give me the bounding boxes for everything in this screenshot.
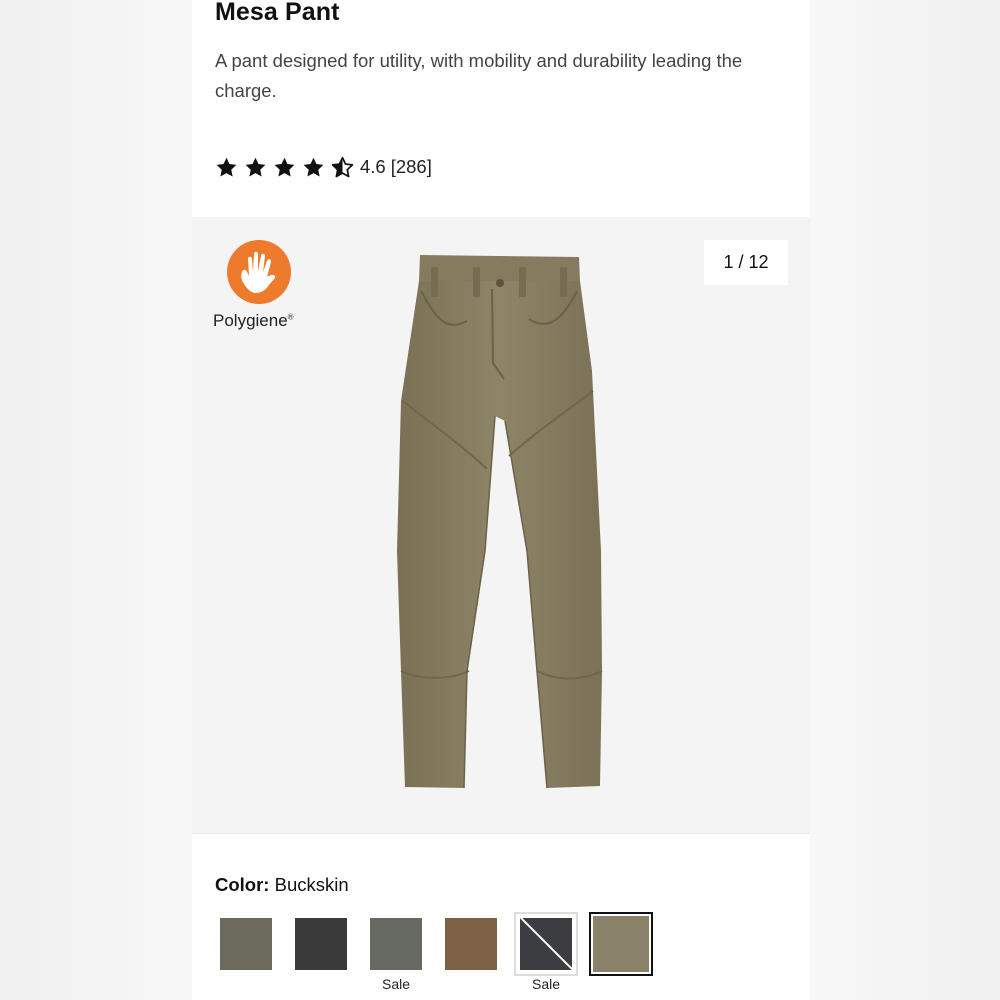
color-swatch[interactable] bbox=[214, 912, 278, 976]
star-full-icon bbox=[244, 156, 267, 179]
rating-summary[interactable]: 4.6 [286] bbox=[215, 154, 437, 180]
star-full-icon bbox=[273, 156, 296, 179]
image-counter: 1 / 12 bbox=[704, 240, 788, 285]
star-half-icon bbox=[331, 156, 354, 179]
color-swatches: Sale Sale bbox=[214, 912, 794, 992]
product-title: Mesa Pant bbox=[215, 0, 340, 26]
swatch-fill bbox=[295, 918, 347, 970]
swatch-fill bbox=[520, 918, 572, 970]
color-swatch[interactable] bbox=[289, 912, 353, 976]
swatch-fill bbox=[445, 918, 497, 970]
star-full-icon bbox=[215, 156, 238, 179]
product-image-pants[interactable] bbox=[387, 251, 617, 796]
review-count[interactable]: [286] bbox=[391, 156, 432, 177]
swatch-fill bbox=[593, 916, 649, 972]
color-swatch[interactable] bbox=[364, 912, 428, 976]
product-panel: Mesa Pant A pant designed for utility, w… bbox=[192, 0, 810, 1000]
swatch-fill bbox=[370, 918, 422, 970]
swatch-fill bbox=[220, 918, 272, 970]
star-full-icon bbox=[302, 156, 325, 179]
background-right bbox=[810, 0, 1000, 1000]
polygiene-hand-logo-icon bbox=[226, 239, 292, 305]
color-swatch[interactable] bbox=[439, 912, 503, 976]
unavailable-slash-icon bbox=[520, 918, 572, 970]
product-image-gallery[interactable]: Polygiene® 1 / 12 bbox=[192, 217, 810, 834]
sale-tag: Sale bbox=[381, 976, 411, 992]
rating-value: 4.6 bbox=[360, 156, 386, 177]
color-label-prefix: Color: bbox=[215, 874, 270, 895]
background-left bbox=[0, 0, 192, 1000]
color-swatch-unavailable[interactable] bbox=[514, 912, 578, 976]
selected-color-name: Buckskin bbox=[274, 874, 349, 895]
color-swatch-selected[interactable] bbox=[589, 912, 653, 976]
polygiene-badge-label: Polygiene® bbox=[213, 311, 294, 330]
color-label: Color: Buckskin bbox=[215, 874, 349, 896]
sale-tag: Sale bbox=[531, 976, 561, 992]
product-description: A pant designed for utility, with mobili… bbox=[215, 50, 743, 101]
